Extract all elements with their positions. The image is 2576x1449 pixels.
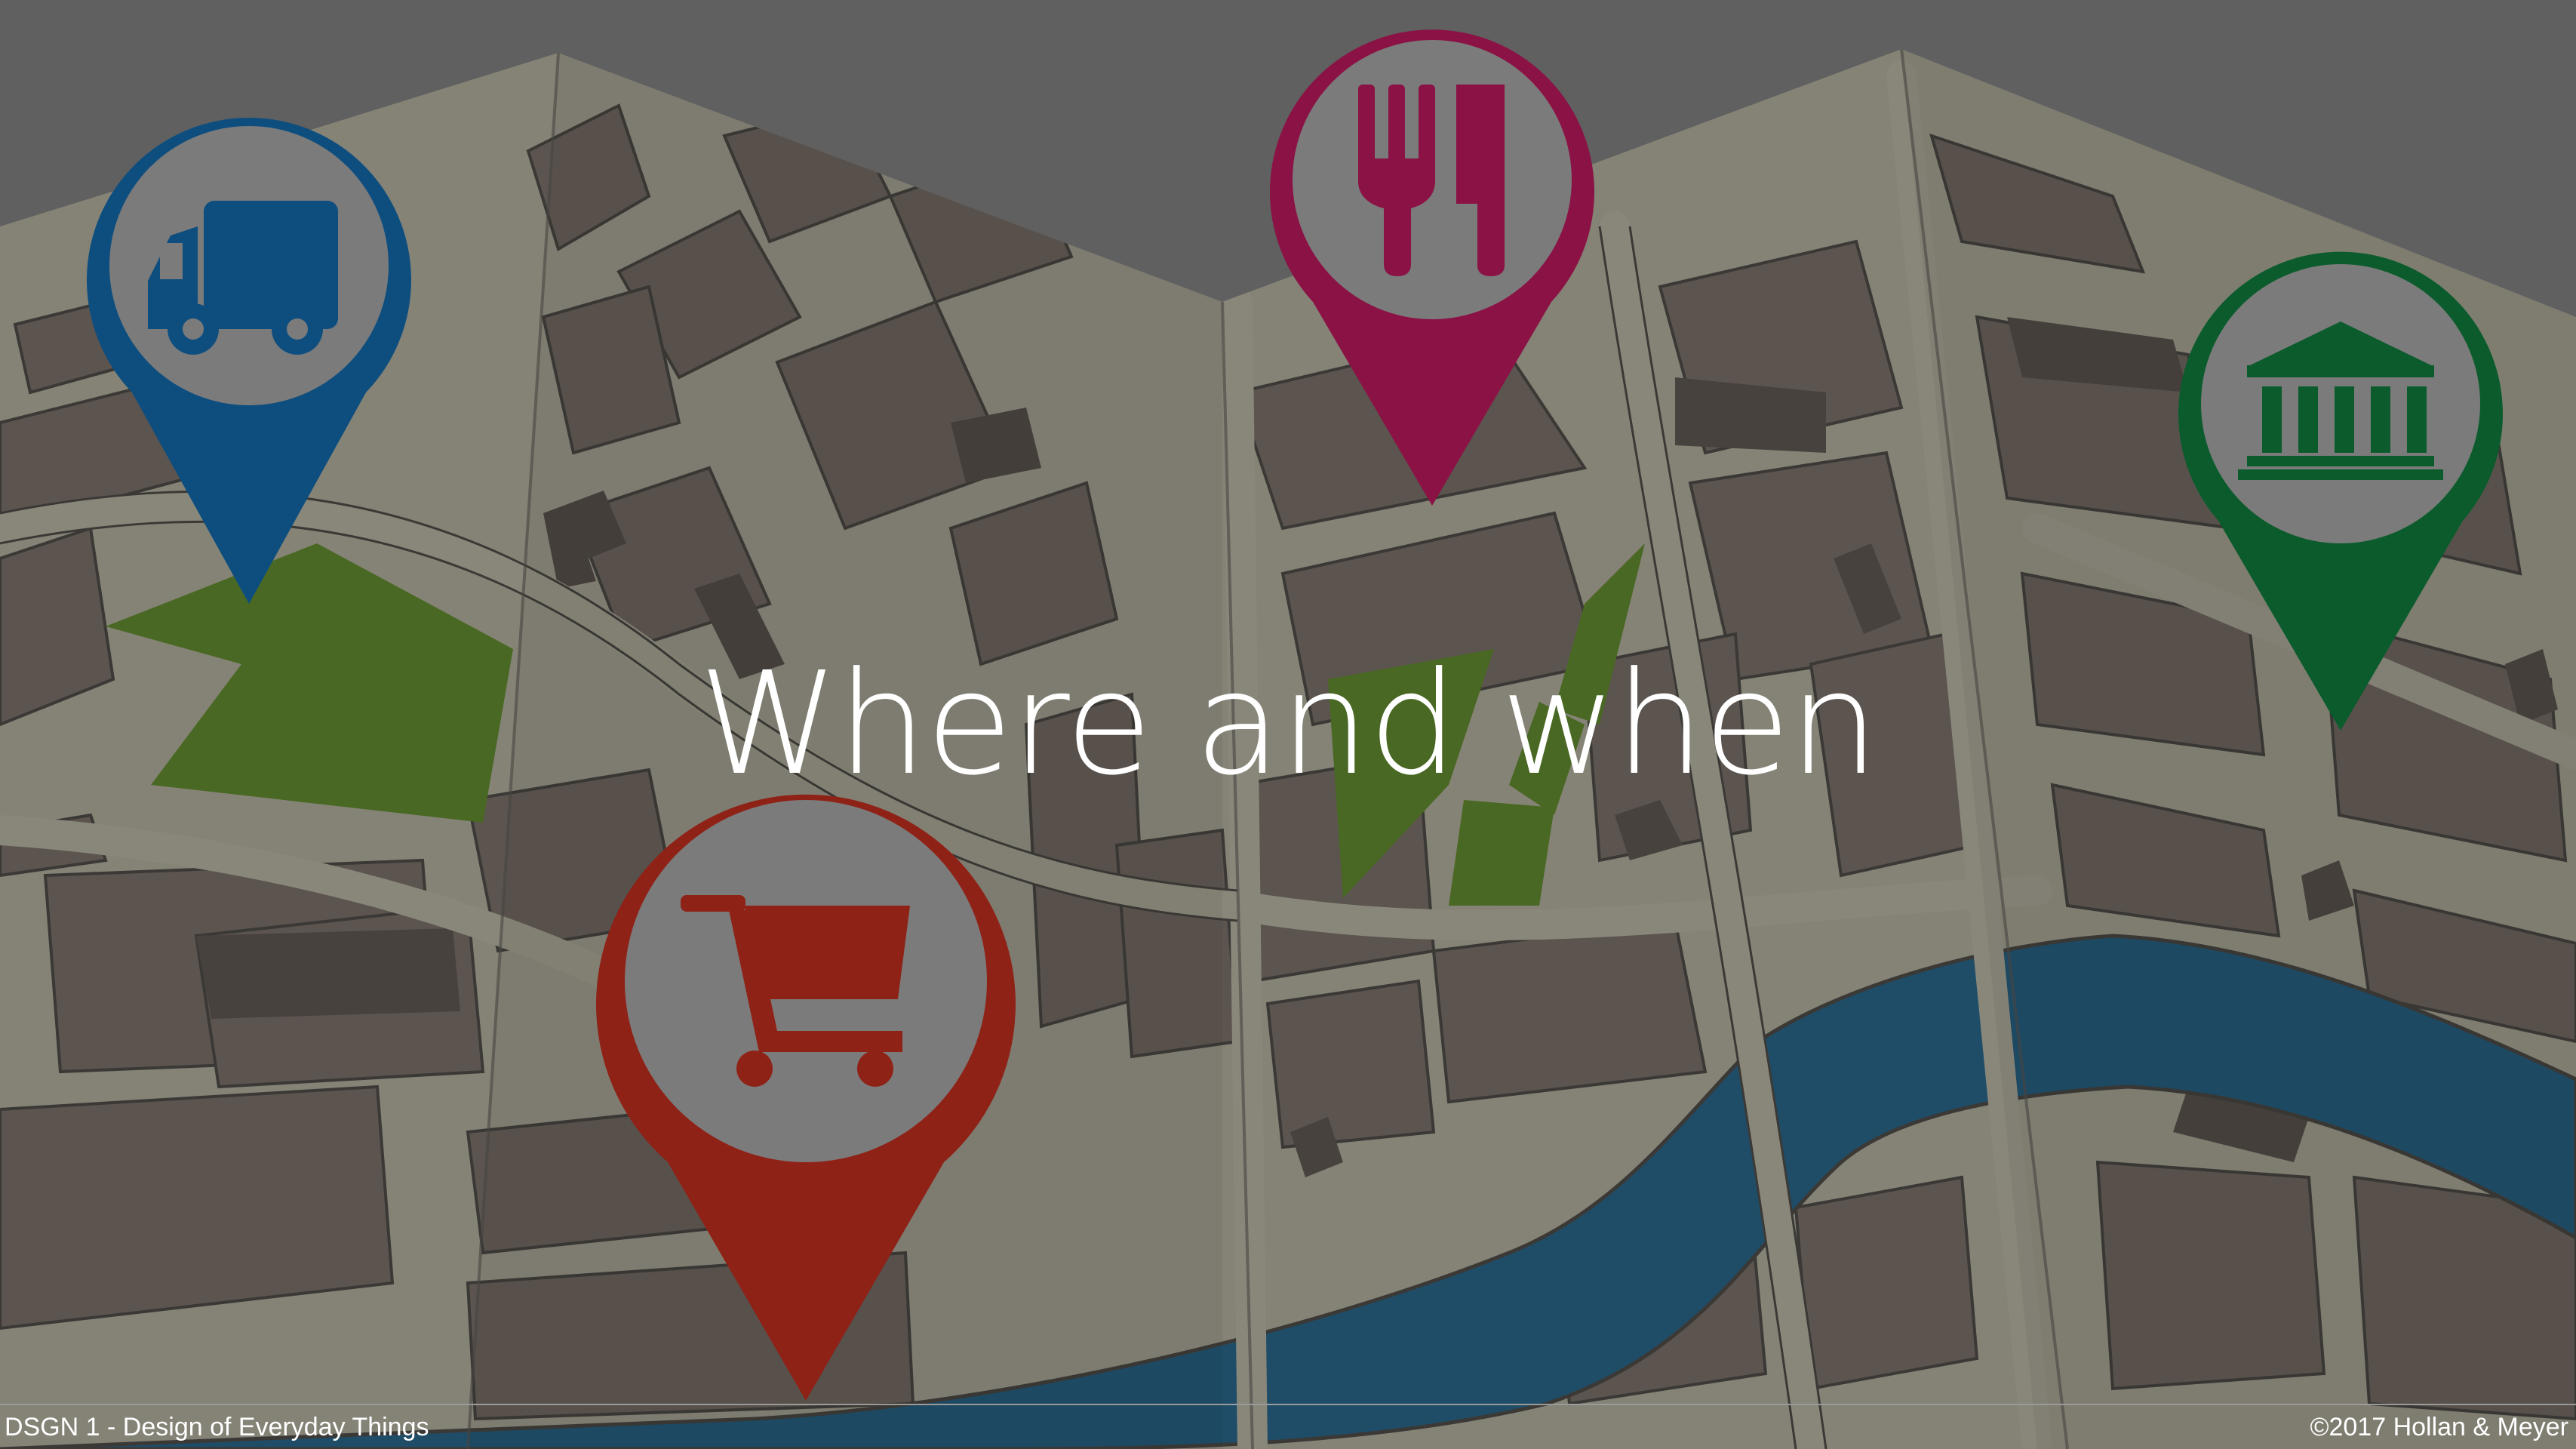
slide-title: Where and when (698, 641, 1879, 807)
slide-footer: DSGN 1 - Design of Everyday Things ©2017… (0, 1404, 2576, 1449)
course-name: DSGN 1 - Design of Everyday Things (5, 1413, 429, 1441)
copyright-notice: ©2017 Hollan & Meyer (2310, 1413, 2568, 1441)
slide: Where and when DSGN 1 - Design of Everyd… (0, 0, 2576, 1449)
